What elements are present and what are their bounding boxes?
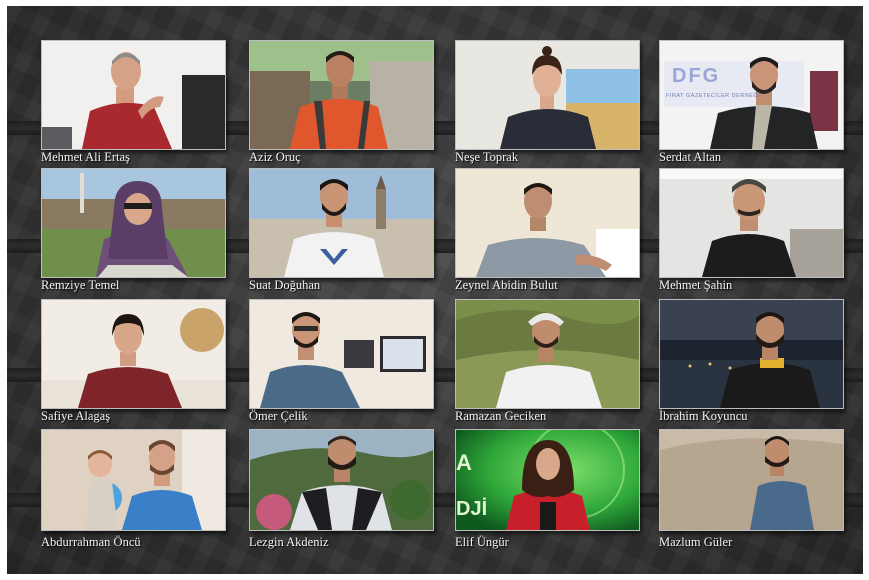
journalist-name: Mehmet Ali Ertaş — [41, 150, 130, 164]
person-image — [42, 169, 225, 277]
journalist-photo — [41, 168, 226, 278]
journalist-tile: DFG FIRAT GAZETECİLER DERNEĞİ Serdat Alt… — [659, 40, 844, 164]
dfg-logo: DFG — [672, 65, 721, 87]
journalist-name: Serdat Altan — [659, 150, 722, 164]
journalist-name: İbrahim Koyuncu — [659, 409, 748, 423]
journalist-tile: Abdurrahman Öncü — [41, 429, 226, 549]
journalist-photo — [659, 299, 844, 409]
journalist-tile: A DJİ Elif Üngür — [455, 429, 640, 549]
journalist-tile: Lezgin Akdeniz — [249, 429, 434, 549]
journalist-name: Suat Doğuhan — [249, 278, 321, 292]
journalist-tile: Mehmet Şahin — [659, 168, 844, 292]
journalist-tile: Suat Doğuhan — [249, 168, 434, 292]
person-image — [42, 41, 225, 149]
person-image — [660, 169, 843, 277]
person-image — [456, 41, 639, 149]
journalist-tile: Safiye Alagaş — [41, 299, 226, 423]
person-image — [42, 300, 225, 408]
collage-frame: Mehmet Ali Ertaş Aziz Oruç Neşe Toprak D… — [7, 6, 863, 574]
journalist-tile: Aziz Oruç — [249, 40, 434, 164]
journalist-tile: Ramazan Geciken — [455, 299, 640, 423]
journalist-name: Ömer Çelik — [249, 409, 308, 423]
journalist-name: Neşe Toprak — [455, 150, 519, 164]
journalist-tile: Neşe Toprak — [455, 40, 640, 164]
journalist-name: Abdurrahman Öncü — [41, 535, 141, 549]
journalist-name: Zeynel Abidin Bulut — [455, 278, 558, 292]
person-image — [660, 430, 843, 530]
person-image — [250, 300, 433, 408]
person-image — [456, 169, 639, 277]
journalist-photo — [41, 299, 226, 409]
journalist-photo — [249, 429, 434, 531]
journalist-photo — [249, 299, 434, 409]
journalist-photo — [659, 429, 844, 531]
person-image — [250, 169, 433, 277]
dfg-subtitle: FIRAT GAZETECİLER DERNEĞİ — [666, 93, 761, 99]
journalist-tile: Mehmet Ali Ertaş — [41, 40, 226, 164]
journalist-name: Mehmet Şahin — [659, 278, 733, 292]
journalist-tile: Zeynel Abidin Bulut — [455, 168, 640, 292]
person-image — [660, 300, 843, 408]
green-screen-letter: A — [456, 450, 472, 475]
journalist-name: Safiye Alagaş — [41, 409, 111, 423]
journalist-photo — [41, 429, 226, 531]
journalist-tile: Ömer Çelik — [249, 299, 434, 423]
journalist-name: Aziz Oruç — [249, 150, 301, 164]
journalist-name: Mazlum Güler — [659, 535, 733, 549]
person-image — [250, 430, 433, 530]
journalist-photo: A DJİ — [455, 429, 640, 531]
journalist-photo — [41, 40, 226, 150]
journalist-tile: Mazlum Güler — [659, 429, 844, 549]
person-image — [456, 300, 639, 408]
journalist-photo: DFG FIRAT GAZETECİLER DERNEĞİ — [659, 40, 844, 150]
journalist-name: Ramazan Geciken — [455, 409, 547, 423]
journalist-name: Remziye Temel — [41, 278, 120, 292]
journalist-name: Elif Üngür — [455, 535, 509, 549]
person-image — [250, 41, 433, 149]
journalist-tile: İbrahim Koyuncu — [659, 299, 844, 423]
journalist-photo — [455, 299, 640, 409]
person-image — [42, 430, 225, 530]
journalist-name: Lezgin Akdeniz — [249, 535, 329, 549]
journalist-tile: Remziye Temel — [41, 168, 226, 292]
journalist-photo — [249, 40, 434, 150]
green-screen-text: DJİ — [456, 498, 488, 520]
journalist-photo — [249, 168, 434, 278]
journalist-photo — [455, 40, 640, 150]
journalist-photo — [659, 168, 844, 278]
journalist-photo — [455, 168, 640, 278]
